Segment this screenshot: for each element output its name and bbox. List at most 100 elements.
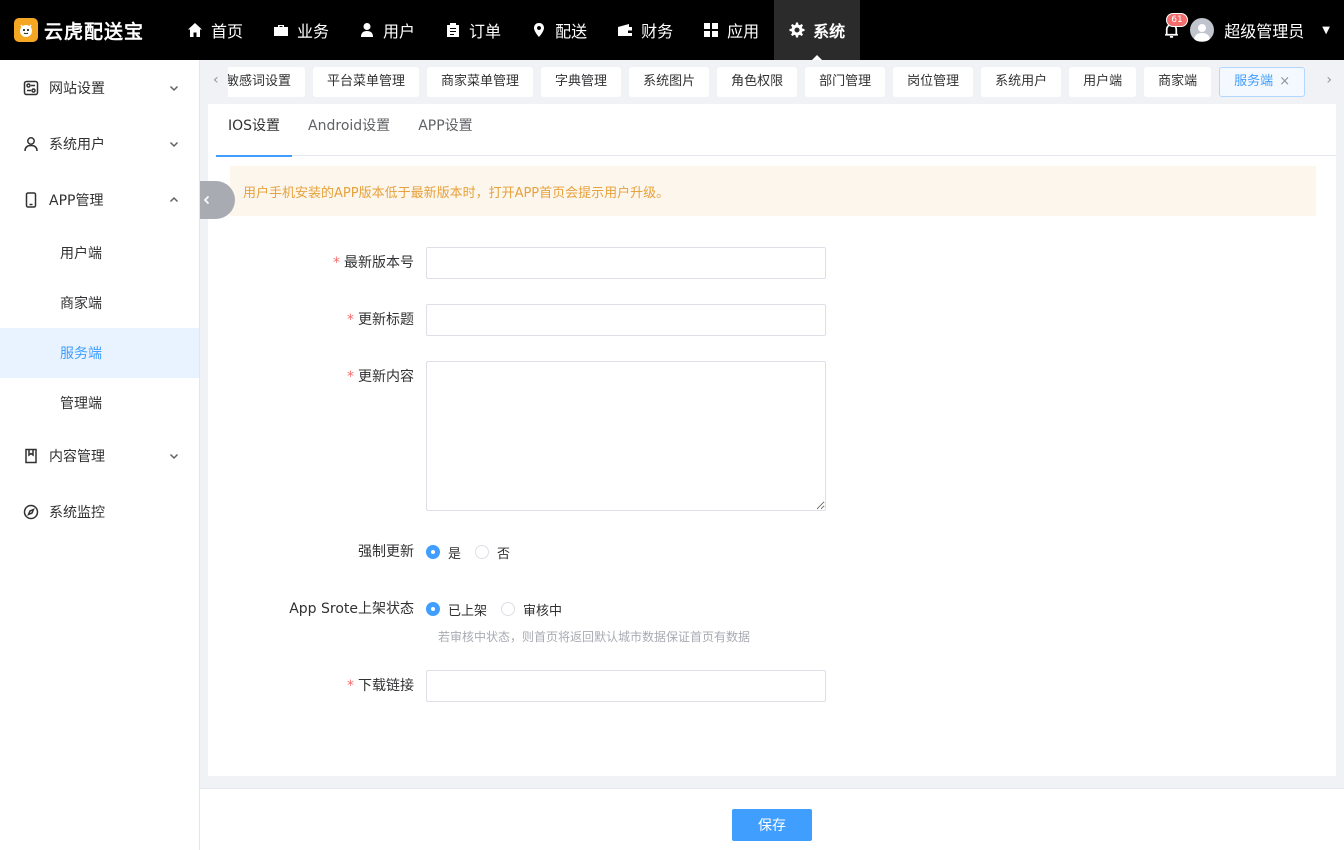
page-tab[interactable]: 部门管理 [805, 67, 886, 97]
page-tab[interactable]: 敏感词设置 [228, 67, 306, 97]
sidebar-subitem-merchant-app[interactable]: 商家端 [0, 278, 199, 328]
force-update-no-radio[interactable]: 否 [475, 543, 510, 562]
gear-icon [789, 22, 805, 38]
page-tabs-bar: ‹ 敏感词设置 平台菜单管理 商家菜单管理 字典管理 系统图片 角色权限 部门管… [200, 60, 1344, 104]
mobile-icon [22, 191, 40, 209]
sidebar-item-label: 系统用户 [49, 137, 105, 153]
title-input[interactable] [426, 304, 826, 336]
page-tab[interactable]: 平台菜单管理 [313, 67, 420, 97]
radio-dot [501, 602, 516, 616]
sidebar-item-content-management[interactable]: 内容管理 [0, 428, 199, 484]
platform-tabs: IOS设置 Android设置 APP设置 [216, 104, 1336, 157]
nav-item-label: 用户 [383, 22, 416, 41]
version-label: * 最新版本号 [333, 255, 414, 271]
sidebar-subitem-service-app[interactable]: 服务端 [0, 328, 199, 378]
user-area: 61 超级管理员 ▼ [1160, 0, 1330, 60]
user-avatar-icon [1194, 24, 1211, 41]
page-tab[interactable]: 字典管理 [541, 67, 622, 97]
page-tab[interactable]: 角色权限 [717, 67, 798, 97]
nav-item-home[interactable]: 首页 [172, 0, 258, 60]
caret-down-icon[interactable]: ▼ [1322, 25, 1330, 36]
nav-item-label: 首页 [211, 22, 244, 41]
radio-label: 否 [497, 546, 511, 562]
clipboard-icon [447, 23, 460, 37]
chevron-left-icon [203, 195, 210, 205]
store-status-listed-radio[interactable]: 已上架 [426, 600, 487, 619]
radio-label: 是 [448, 546, 462, 562]
nav-item-users[interactable]: 用户 [344, 0, 430, 60]
form-row-store-status: App Srote上架状态 已上架 审核中 [208, 593, 1336, 625]
title-label: * 更新标题 [347, 312, 414, 328]
save-button[interactable]: 保存 [732, 809, 812, 841]
form-footer: 保存 [200, 788, 1344, 850]
page-tab[interactable]: 商家端 [1144, 67, 1212, 97]
nav-item-label: 系统 [813, 22, 846, 41]
nav-item-system[interactable]: 系统 [774, 0, 861, 60]
chevron-down-icon [169, 139, 179, 149]
notification-button[interactable]: 61 [1160, 13, 1188, 41]
tab-app-settings[interactable]: APP设置 [406, 104, 484, 156]
sidebar-item-label: 系统监控 [49, 505, 105, 521]
download-link-input[interactable] [426, 670, 826, 702]
nav-item-apps[interactable]: 应用 [688, 0, 774, 60]
nav-item-orders[interactable]: 订单 [430, 0, 516, 60]
radio-dot [426, 545, 440, 559]
chevron-down-icon [169, 451, 179, 461]
nav-item-label: 业务 [297, 22, 330, 41]
upgrade-notice-alert: 用户手机安装的APP版本低于最新版本时，打开APP首页会提示用户升级。 [230, 166, 1316, 216]
username[interactable]: 超级管理员 [1224, 18, 1304, 42]
home-icon [188, 23, 202, 37]
wallet-icon [618, 24, 633, 36]
sidebar-item-site-settings[interactable]: 网站设置 [0, 60, 199, 116]
page-tab-label: 服务端 [1234, 74, 1274, 89]
nav-item-business[interactable]: 业务 [258, 0, 344, 60]
location-icon [534, 23, 545, 37]
page-tab[interactable]: 用户端 [1069, 67, 1137, 97]
sidebar-item-system-monitor[interactable]: 系统监控 [0, 484, 199, 540]
nav-item-finance[interactable]: 财务 [602, 0, 688, 60]
version-input[interactable] [426, 247, 826, 279]
top-navbar: 云虎配送宝 首页 业务 用户 订单 配送 财务 应用 系统 61 超级管理员 ▼ [0, 0, 1344, 60]
notification-badge: 61 [1166, 13, 1188, 27]
download-link-label: * 下载链接 [347, 678, 414, 694]
sidebar-item-system-users[interactable]: 系统用户 [0, 116, 199, 172]
page-tabs: 敏感词设置 平台菜单管理 商家菜单管理 字典管理 系统图片 角色权限 部门管理 … [228, 67, 1324, 99]
page-tab-active[interactable]: 服务端 × [1219, 67, 1306, 97]
store-status-label: App Srote上架状态 [289, 601, 414, 617]
store-status-radio-group: 已上架 审核中 [426, 593, 562, 625]
page-tab[interactable]: 系统用户 [981, 67, 1062, 97]
form-row-title: * 更新标题 [208, 304, 1336, 336]
store-status-reviewing-radio[interactable]: 审核中 [501, 600, 562, 619]
force-update-label: 强制更新 [358, 544, 414, 560]
sidebar-subitem-user-app[interactable]: 用户端 [0, 228, 199, 278]
sidebar-item-label: 内容管理 [49, 449, 105, 465]
tab-android-settings[interactable]: Android设置 [296, 104, 402, 156]
force-update-radio-group: 是 否 [426, 536, 510, 568]
briefcase-icon [274, 25, 289, 36]
avatar[interactable] [1190, 18, 1215, 42]
tab-ios-settings[interactable]: IOS设置 [216, 104, 293, 157]
radio-label: 审核中 [523, 603, 563, 619]
content-textarea[interactable] [426, 361, 826, 511]
page-tab[interactable]: 系统图片 [629, 67, 710, 97]
nav-item-delivery[interactable]: 配送 [516, 0, 602, 60]
chevron-left-icon[interactable]: ‹ [213, 72, 219, 88]
close-icon[interactable]: × [1279, 67, 1290, 97]
sidebar-item-label: 网站设置 [49, 81, 105, 97]
sidebar-item-app-management[interactable]: APP管理 [0, 172, 199, 228]
page-tab[interactable]: 商家菜单管理 [427, 67, 534, 97]
app-logo[interactable]: 云虎配送宝 [0, 0, 172, 60]
chevron-right-icon[interactable]: › [1326, 72, 1332, 88]
grid-icon [704, 23, 719, 37]
user-outline-icon [22, 135, 40, 153]
sidebar: 网站设置 系统用户 APP管理 用户端 商家端 服务端 管理端 内容管理 系统监… [0, 60, 200, 850]
book-icon [22, 447, 40, 465]
main-nav: 首页 业务 用户 订单 配送 财务 应用 系统 [172, 0, 861, 60]
radio-label: 已上架 [448, 603, 488, 619]
sidebar-subitem-admin-app[interactable]: 管理端 [0, 378, 199, 428]
nav-item-label: 配送 [555, 22, 588, 41]
app-name: 云虎配送宝 [44, 20, 145, 43]
page-tab[interactable]: 岗位管理 [893, 67, 974, 97]
user-icon [361, 23, 374, 37]
force-update-yes-radio[interactable]: 是 [426, 543, 461, 562]
